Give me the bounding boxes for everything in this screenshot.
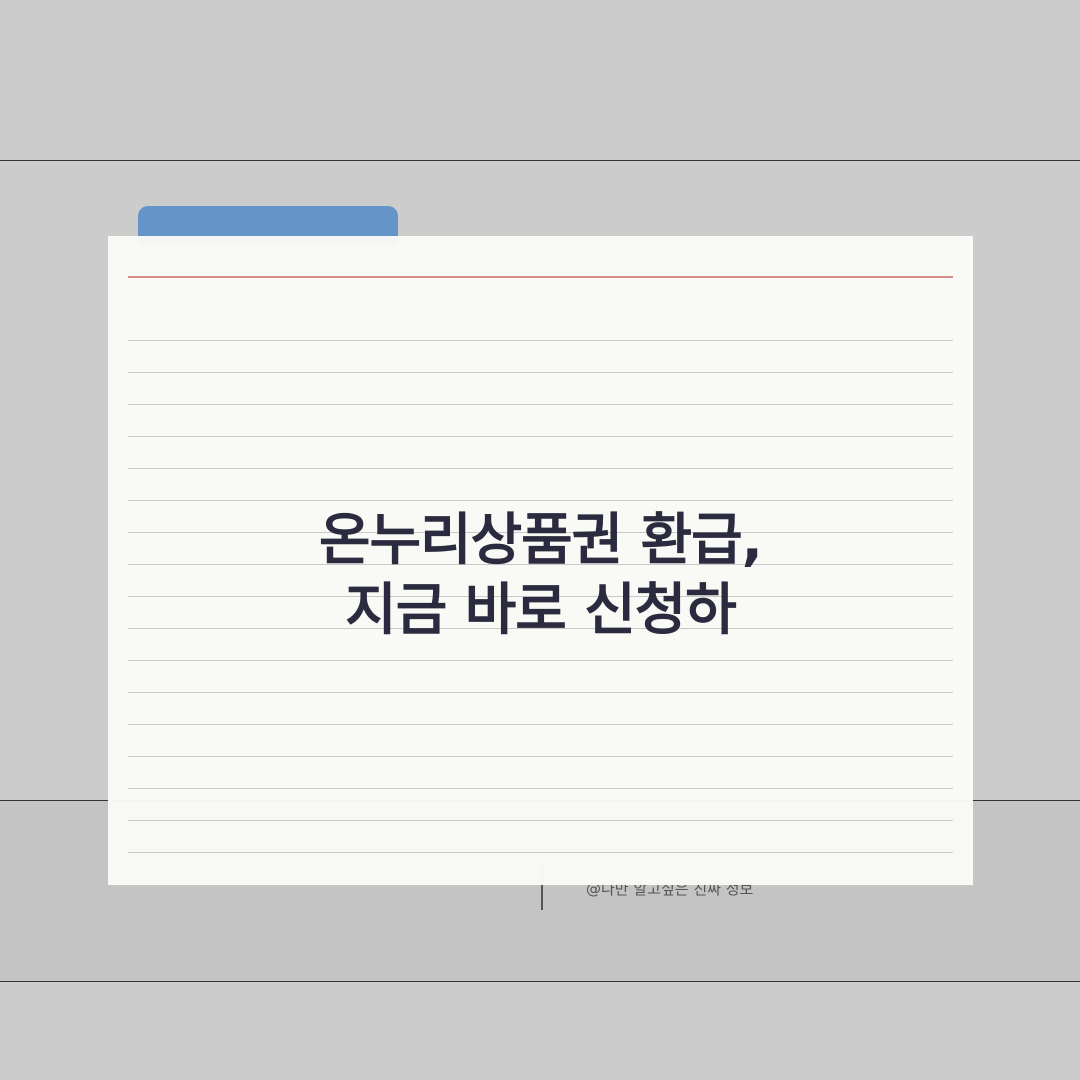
bottom-divider-line xyxy=(0,981,1080,982)
headline-line-1: 온누리상품권 환급, xyxy=(319,508,763,573)
note-card: 온누리상품권 환급, 지금 바로 신청하 xyxy=(108,236,973,885)
headline: 온누리상품권 환급, 지금 바로 신청하 xyxy=(108,506,973,646)
top-divider-line xyxy=(0,160,1080,161)
margin-rule xyxy=(128,276,953,278)
headline-line-2: 지금 바로 신청하 xyxy=(345,578,737,643)
